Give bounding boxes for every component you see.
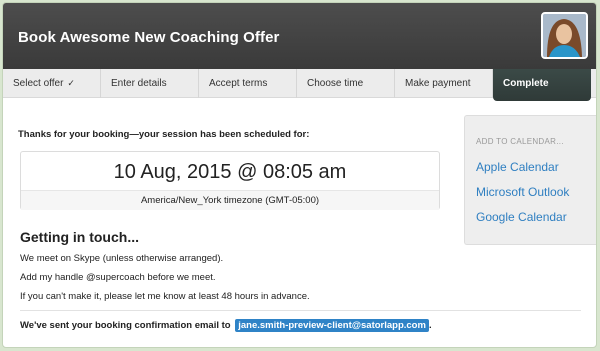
- check-icon: ✓: [67, 78, 75, 88]
- step-enter-details[interactable]: Enter details: [101, 69, 199, 98]
- confirm-prefix: We've sent your booking confirmation ema…: [20, 320, 231, 331]
- contact-note: Add my handle @supercoach before we meet…: [20, 272, 216, 283]
- header-bar: Book Awesome New Coaching Offer: [3, 3, 596, 69]
- step-select-offer[interactable]: Select offer ✓: [3, 69, 101, 98]
- email-badge: jane.smith-preview-client@satorlapp.com: [235, 319, 429, 332]
- divider: [20, 310, 581, 311]
- avatar: [541, 12, 588, 59]
- step-accept-terms[interactable]: Accept terms: [199, 69, 297, 98]
- thanks-message: Thanks for your booking—your session has…: [18, 129, 310, 140]
- step-label: Select offer: [13, 78, 64, 89]
- contact-note: If you can't make it, please let me know…: [20, 291, 310, 302]
- booking-steps: Select offer ✓ Enter details Accept terms…: [3, 69, 596, 101]
- confirm-suffix: .: [428, 320, 432, 331]
- step-label: Make payment: [405, 78, 471, 89]
- microsoft-outlook-link[interactable]: Microsoft Outlook: [476, 185, 569, 199]
- avatar-image: [543, 14, 586, 57]
- scheduled-datetime: 10 Aug, 2015 @ 08:05 am: [113, 161, 347, 183]
- confirmation-email-note: We've sent your booking confirmation ema…: [20, 319, 432, 332]
- getting-in-touch-heading: Getting in touch...: [20, 229, 139, 245]
- step-label: Complete: [503, 78, 549, 89]
- apple-calendar-link[interactable]: Apple Calendar: [476, 160, 559, 174]
- timezone-label: America/New_York timezone (GMT-05:00): [21, 190, 439, 210]
- google-calendar-link[interactable]: Google Calendar: [476, 210, 567, 224]
- page-frame: Book Awesome New Coaching Offer Select o…: [2, 2, 597, 348]
- scheduled-time-box: 10 Aug, 2015 @ 08:05 am America/New_York…: [20, 151, 440, 210]
- step-label: Choose time: [307, 78, 364, 89]
- page-title: Book Awesome New Coaching Offer: [18, 29, 280, 46]
- step-label: Enter details: [111, 78, 167, 89]
- calendar-heading: ADD TO CALENDAR...: [476, 137, 564, 146]
- step-complete[interactable]: Complete: [493, 69, 591, 101]
- add-to-calendar-panel: ADD TO CALENDAR... Apple Calendar Micros…: [464, 115, 596, 245]
- step-label: Accept terms: [209, 78, 268, 89]
- step-choose-time[interactable]: Choose time: [297, 69, 395, 98]
- step-make-payment[interactable]: Make payment: [395, 69, 493, 98]
- contact-note: We meet on Skype (unless otherwise arran…: [20, 253, 224, 264]
